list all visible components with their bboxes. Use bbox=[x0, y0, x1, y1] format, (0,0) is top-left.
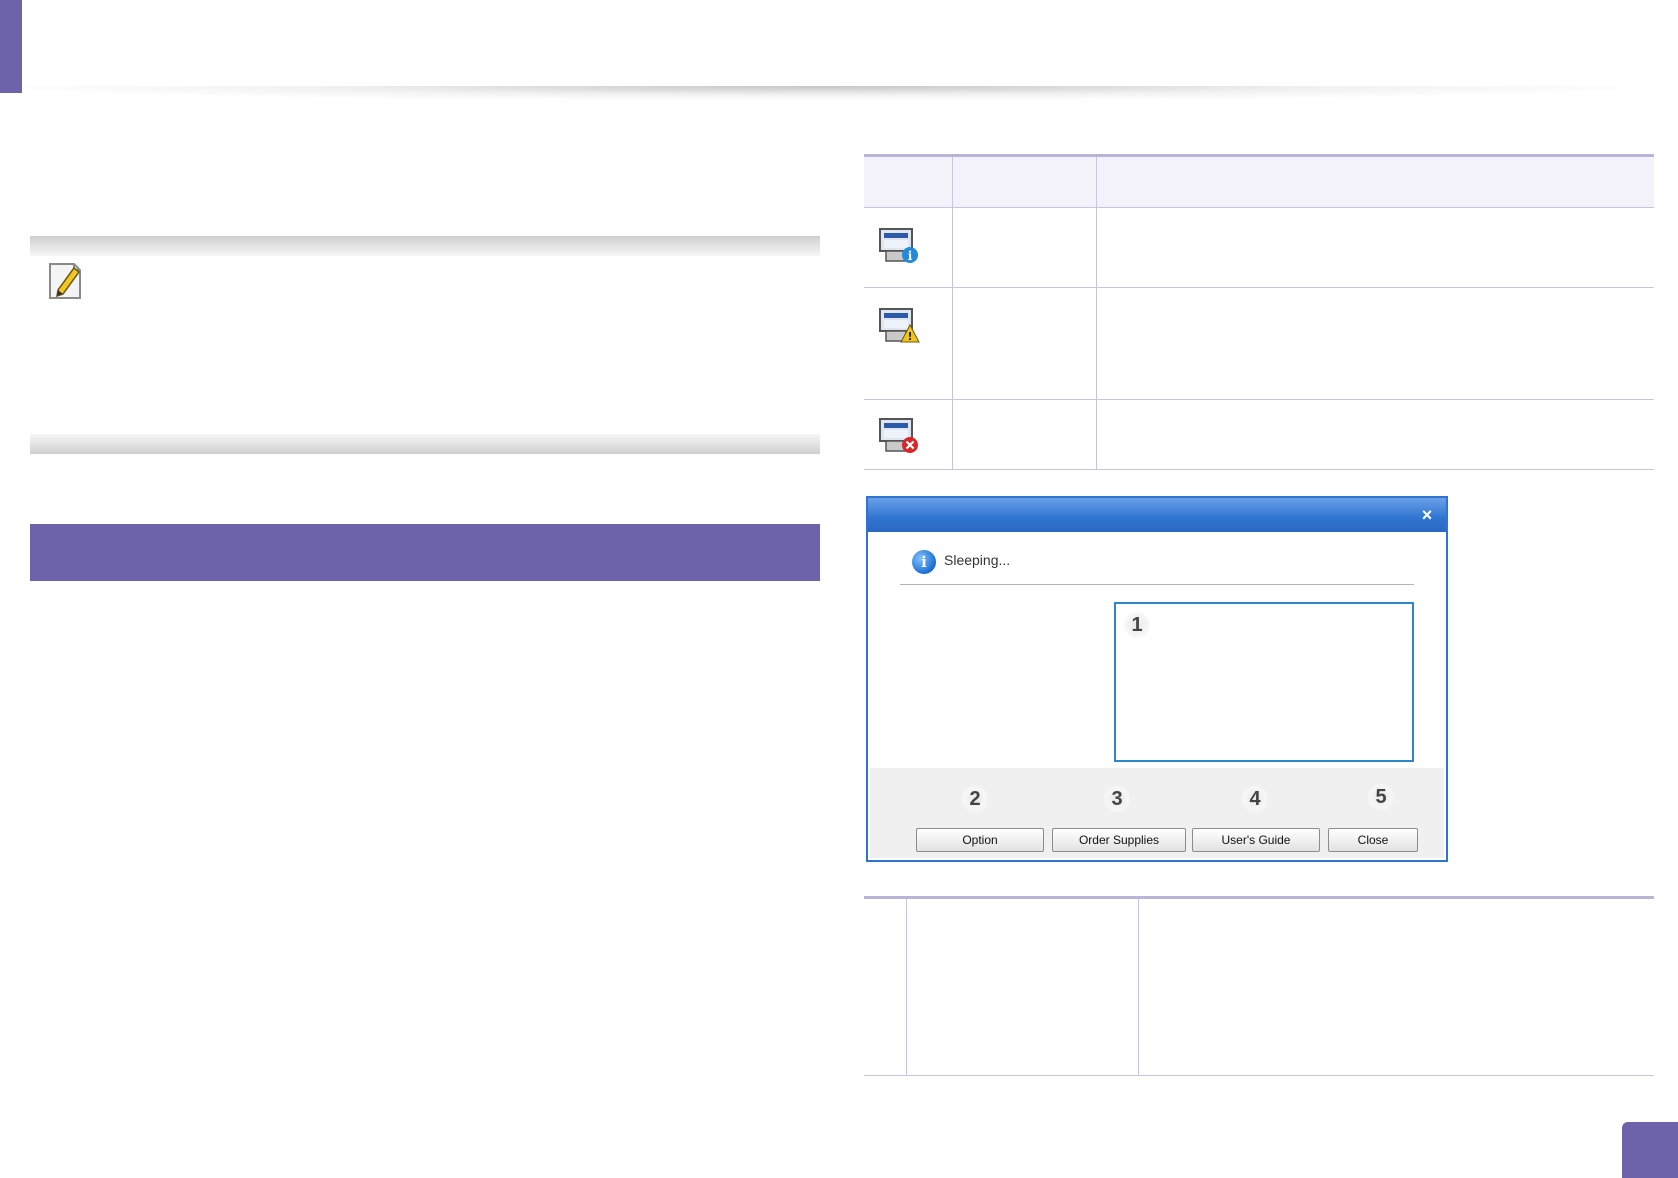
close-button[interactable]: Close bbox=[1328, 828, 1418, 852]
icon-status-table: i ! bbox=[864, 154, 1654, 470]
table-row: ! bbox=[864, 287, 1654, 400]
callout-number: 3 bbox=[1104, 786, 1130, 812]
option-button[interactable]: Option bbox=[916, 828, 1044, 852]
header-accent-bar bbox=[0, 0, 22, 93]
page-number-tab bbox=[1622, 1122, 1678, 1178]
order-supplies-button[interactable]: Order Supplies bbox=[1052, 828, 1186, 852]
note-box-bottom-border bbox=[30, 434, 820, 454]
table-column-divider bbox=[906, 899, 907, 1075]
close-icon[interactable]: × bbox=[1416, 504, 1438, 526]
dialog-body: i Sleeping... 1 bbox=[870, 532, 1444, 858]
svg-text:i: i bbox=[908, 249, 913, 263]
table-row: i bbox=[864, 207, 1654, 288]
note-pencil-icon bbox=[44, 260, 86, 302]
callout-number: 5 bbox=[1368, 784, 1394, 810]
printer-error-icon bbox=[878, 417, 920, 455]
status-message-panel: 1 bbox=[1114, 602, 1414, 762]
callout-number: 1 bbox=[1124, 612, 1150, 638]
status-dialog: × i Sleeping... 1 2 3 4 5 Option Order S… bbox=[866, 496, 1448, 862]
svg-text:!: ! bbox=[907, 330, 912, 343]
table-header-row bbox=[864, 157, 1654, 208]
callout-number: 4 bbox=[1242, 786, 1268, 812]
header-divider bbox=[22, 86, 1622, 100]
users-guide-button[interactable]: User's Guide bbox=[1192, 828, 1320, 852]
printer-warning-icon: ! bbox=[878, 307, 920, 345]
section-heading-band bbox=[30, 524, 820, 581]
table-row bbox=[864, 399, 1654, 469]
note-box-top-border bbox=[30, 236, 820, 256]
printer-info-icon: i bbox=[878, 227, 920, 265]
table-column-divider bbox=[1138, 899, 1139, 1075]
table-column-divider bbox=[1096, 157, 1097, 469]
table-column-divider bbox=[952, 157, 953, 469]
dialog-titlebar: × bbox=[868, 498, 1446, 532]
info-icon: i bbox=[912, 550, 936, 574]
status-text: Sleeping... bbox=[944, 552, 1011, 568]
callout-number: 2 bbox=[962, 786, 988, 812]
dialog-items-table bbox=[864, 896, 1654, 1076]
dialog-separator bbox=[900, 584, 1414, 585]
